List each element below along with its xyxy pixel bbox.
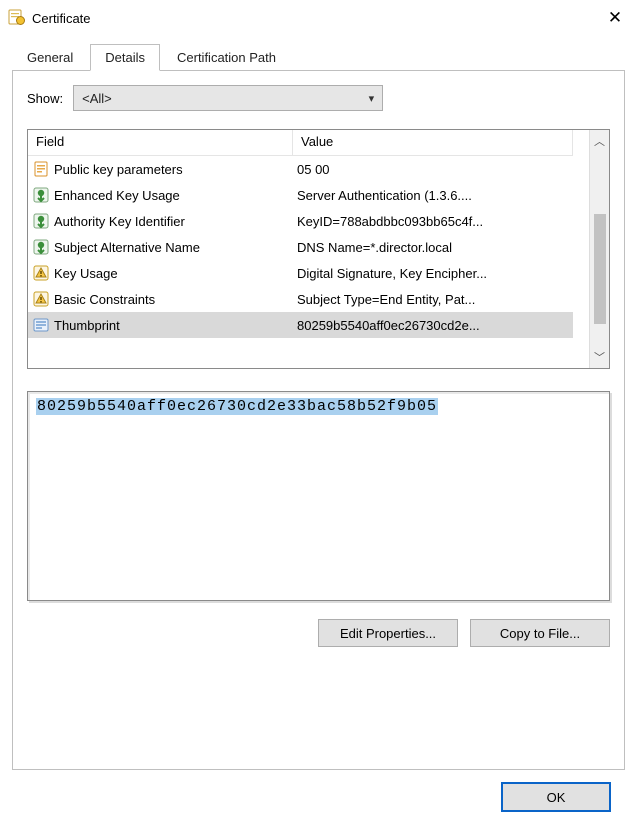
warn-icon <box>32 290 50 308</box>
value-cell: Digital Signature, Key Encipher... <box>297 266 487 281</box>
table-row[interactable]: DNS Name=*.director.local <box>293 234 573 260</box>
ok-button[interactable]: OK <box>501 782 611 812</box>
title-bar: Certificate ✕ <box>0 0 637 36</box>
value-cell: DNS Name=*.director.local <box>297 240 452 255</box>
detail-value: 80259b5540aff0ec26730cd2e33bac58b52f9b05 <box>36 398 438 415</box>
list-scrollbar[interactable]: ︿ ﹀ <box>589 130 609 368</box>
table-row[interactable]: Authority Key Identifier <box>28 208 293 234</box>
edit-properties-button[interactable]: Edit Properties... <box>318 619 458 647</box>
certificate-icon <box>8 8 26 29</box>
warn-icon <box>32 264 50 282</box>
tab-panel-details: Show: <All> ▾ Field Public key parameter… <box>12 70 625 770</box>
column-header-value[interactable]: Value <box>293 130 573 156</box>
value-cell: Server Authentication (1.3.6.... <box>297 188 472 203</box>
field-cell: Public key parameters <box>54 162 183 177</box>
scroll-up-icon[interactable]: ︿ <box>590 130 609 152</box>
ext-icon <box>32 238 50 256</box>
field-cell: Authority Key Identifier <box>54 214 185 229</box>
field-list[interactable]: Field Public key parameters Enhanced Key … <box>27 129 610 369</box>
table-row[interactable]: Key Usage <box>28 260 293 286</box>
copy-to-file-button[interactable]: Copy to File... <box>470 619 610 647</box>
field-cell: Thumbprint <box>54 318 120 333</box>
scroll-thumb[interactable] <box>594 214 606 324</box>
tab-strip: General Details Certification Path <box>12 44 625 70</box>
field-cell: Basic Constraints <box>54 292 155 307</box>
window-title: Certificate <box>32 11 603 26</box>
tab-general[interactable]: General <box>12 44 88 70</box>
ext-icon <box>32 186 50 204</box>
column-header-field[interactable]: Field <box>28 130 293 156</box>
detail-textarea[interactable]: 80259b5540aff0ec26730cd2e33bac58b52f9b05 <box>27 391 610 601</box>
table-row[interactable]: Public key parameters <box>28 156 293 182</box>
thumb-icon <box>32 316 50 334</box>
value-cell: 80259b5540aff0ec26730cd2e... <box>297 318 480 333</box>
value-cell: KeyID=788abdbbc093bb65c4f... <box>297 214 483 229</box>
show-select-value: <All> <box>82 91 112 106</box>
close-icon[interactable]: ✕ <box>603 8 627 28</box>
table-row[interactable]: Server Authentication (1.3.6.... <box>293 182 573 208</box>
table-row[interactable]: Subject Type=End Entity, Pat... <box>293 286 573 312</box>
field-cell: Key Usage <box>54 266 118 281</box>
table-row[interactable]: Digital Signature, Key Encipher... <box>293 260 573 286</box>
show-label: Show: <box>27 91 63 106</box>
table-row[interactable]: Subject Alternative Name <box>28 234 293 260</box>
value-cell: 05 00 <box>297 162 330 177</box>
chevron-down-icon: ▾ <box>369 92 375 105</box>
field-cell: Enhanced Key Usage <box>54 188 180 203</box>
tab-certification-path[interactable]: Certification Path <box>162 44 291 70</box>
table-row[interactable]: 80259b5540aff0ec26730cd2e... <box>293 312 573 338</box>
table-row[interactable]: KeyID=788abdbbc093bb65c4f... <box>293 208 573 234</box>
table-row[interactable]: Enhanced Key Usage <box>28 182 293 208</box>
table-row[interactable]: Thumbprint <box>28 312 293 338</box>
show-select[interactable]: <All> ▾ <box>73 85 383 111</box>
scroll-down-icon[interactable]: ﹀ <box>590 346 609 368</box>
value-cell: Subject Type=End Entity, Pat... <box>297 292 475 307</box>
page-icon <box>32 160 50 178</box>
ext-icon <box>32 212 50 230</box>
table-row[interactable]: Basic Constraints <box>28 286 293 312</box>
field-cell: Subject Alternative Name <box>54 240 200 255</box>
tab-details[interactable]: Details <box>90 44 160 71</box>
table-row[interactable]: 05 00 <box>293 156 573 182</box>
